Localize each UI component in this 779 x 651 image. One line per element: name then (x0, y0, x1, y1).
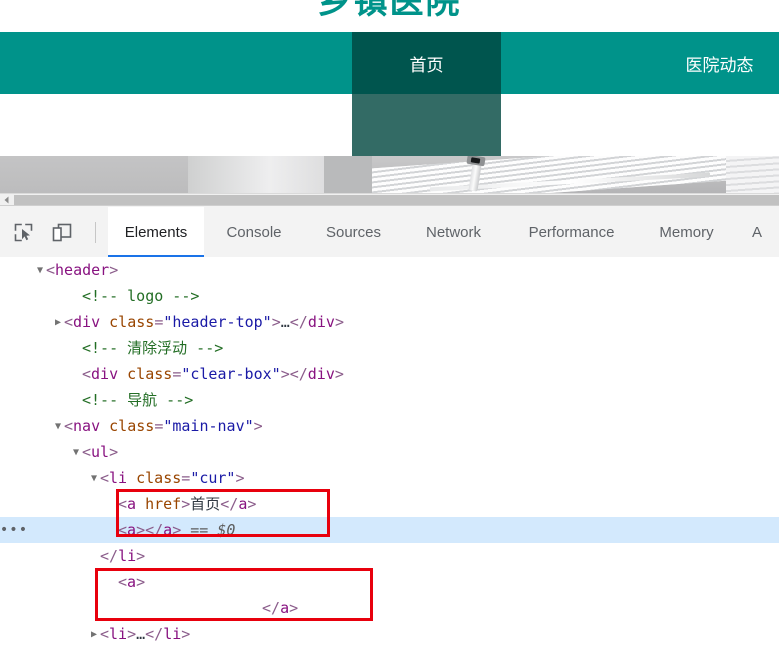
banner-region-mid (188, 156, 324, 193)
tree-twisty-collapsed[interactable] (52, 310, 64, 336)
nav-item-hospital-news[interactable]: 医院动态 (660, 32, 779, 94)
dom-tree-row[interactable]: <a href>首页</a> (0, 491, 779, 517)
toolbar-divider (95, 222, 96, 243)
tab-console[interactable]: Console (204, 207, 304, 258)
dom-tag: <li>…</li> (100, 625, 191, 643)
dom-tag: <a href>首页</a> (118, 495, 257, 513)
tab-elements-label: Elements (124, 224, 188, 241)
screenshot-root: 乡镇医院 首页 医院动态 首页 Elements Console Sources… (0, 0, 779, 651)
dom-tag: <div class="header-top">…</div> (64, 313, 344, 331)
inspected-page-viewport: 乡镇医院 首页 医院动态 首页 (0, 0, 779, 205)
devtools-panel: Elements Console Sources Network Perform… (0, 205, 779, 651)
dom-tree-row[interactable]: </li> (0, 543, 779, 569)
tree-twisty-expanded[interactable] (70, 440, 82, 466)
dom-tree-row[interactable]: <div class="header-top">…</div> (0, 309, 779, 335)
tree-twisty-collapsed[interactable] (88, 622, 100, 648)
tab-application-label: A (751, 224, 762, 241)
banner-region-divider (324, 156, 372, 193)
nav-item-home[interactable]: 首页 (352, 32, 501, 94)
dom-tag: <a> (118, 573, 146, 591)
dom-tag: <li class="cur"> (100, 469, 245, 487)
tab-memory-label: Memory (659, 224, 714, 241)
devtools-toolbar: Elements Console Sources Network Perform… (0, 206, 779, 258)
site-logo-strip: 乡镇医院 (0, 0, 779, 32)
dom-comment: <!-- logo --> (82, 287, 200, 305)
tab-network-label: Network (425, 224, 481, 241)
main-nav: 首页 医院动态 (0, 32, 779, 94)
page-horizontal-scrollbar[interactable] (0, 193, 779, 205)
dom-tree-row[interactable]: <!-- logo --> (0, 283, 779, 309)
dom-tree-row[interactable]: <!-- 清除浮动 --> (0, 335, 779, 361)
dom-tree-row[interactable]: <li class="cur"> (0, 465, 779, 491)
dom-tag: </a> (262, 599, 299, 617)
site-logo-text: 乡镇医院 (317, 0, 462, 22)
dom-tree-row[interactable]: <nav class="main-nav"> (0, 413, 779, 439)
dom-tree[interactable]: <header> <!-- logo --> <div class="header-… (0, 257, 779, 651)
tree-twisty-expanded[interactable] (34, 258, 46, 284)
tab-sources[interactable]: Sources (304, 207, 403, 258)
dom-tree-row[interactable]: <header> (0, 257, 779, 283)
dom-tree-row[interactable]: <!-- 导航 --> (0, 387, 779, 413)
scroll-left-arrow-icon[interactable] (0, 194, 13, 205)
scrollbar-thumb[interactable] (14, 195, 779, 205)
tree-twisty-expanded[interactable] (52, 414, 64, 440)
dom-comment: <!-- 清除浮动 --> (82, 339, 224, 357)
dom-tree-row[interactable]: </a> (0, 595, 779, 621)
tab-application[interactable]: A (734, 207, 779, 258)
tab-elements[interactable]: Elements (108, 207, 204, 258)
inspect-element-icon[interactable] (10, 220, 36, 244)
device-toolbar-icon[interactable] (49, 220, 75, 244)
dom-tag: </li> (100, 547, 146, 565)
dom-tree-row[interactable]: <li>…</li> (0, 621, 779, 647)
dom-tree-row[interactable]: <div class="clear-box"></div> (0, 361, 779, 387)
main-nav-list: 首页 医院动态 (0, 32, 779, 94)
tab-console-label: Console (226, 224, 282, 241)
banner-window-blind-right (726, 156, 779, 193)
tree-twisty-expanded[interactable] (88, 466, 100, 492)
tab-network[interactable]: Network (403, 207, 504, 258)
banner-region-left (0, 156, 188, 193)
dom-tree-row[interactable]: ••• <a></a> == $0 (0, 517, 779, 543)
dom-tree-row[interactable]: <ul> (0, 439, 779, 465)
dom-tag: <nav class="main-nav"> (64, 417, 263, 435)
dom-tag: <div class="clear-box"></div> (82, 365, 344, 383)
dom-comment: <!-- 导航 --> (82, 391, 194, 409)
tab-performance-label: Performance (528, 224, 615, 241)
dom-tag: <ul> (82, 443, 119, 461)
nav-link-home[interactable]: 首页 (410, 51, 444, 76)
tab-performance[interactable]: Performance (504, 207, 639, 258)
dom-tag: <a></a> (118, 521, 182, 539)
page-banner-image (0, 156, 779, 193)
tab-memory[interactable]: Memory (639, 207, 734, 258)
nav-link-hospital-news[interactable]: 医院动态 (686, 51, 754, 76)
dom-tree-row[interactable]: <li>…</li> (0, 647, 779, 651)
dom-tree-row[interactable]: <a> (0, 569, 779, 595)
tab-sources-label: Sources (325, 224, 382, 241)
dom-tag: <header> (46, 261, 119, 279)
